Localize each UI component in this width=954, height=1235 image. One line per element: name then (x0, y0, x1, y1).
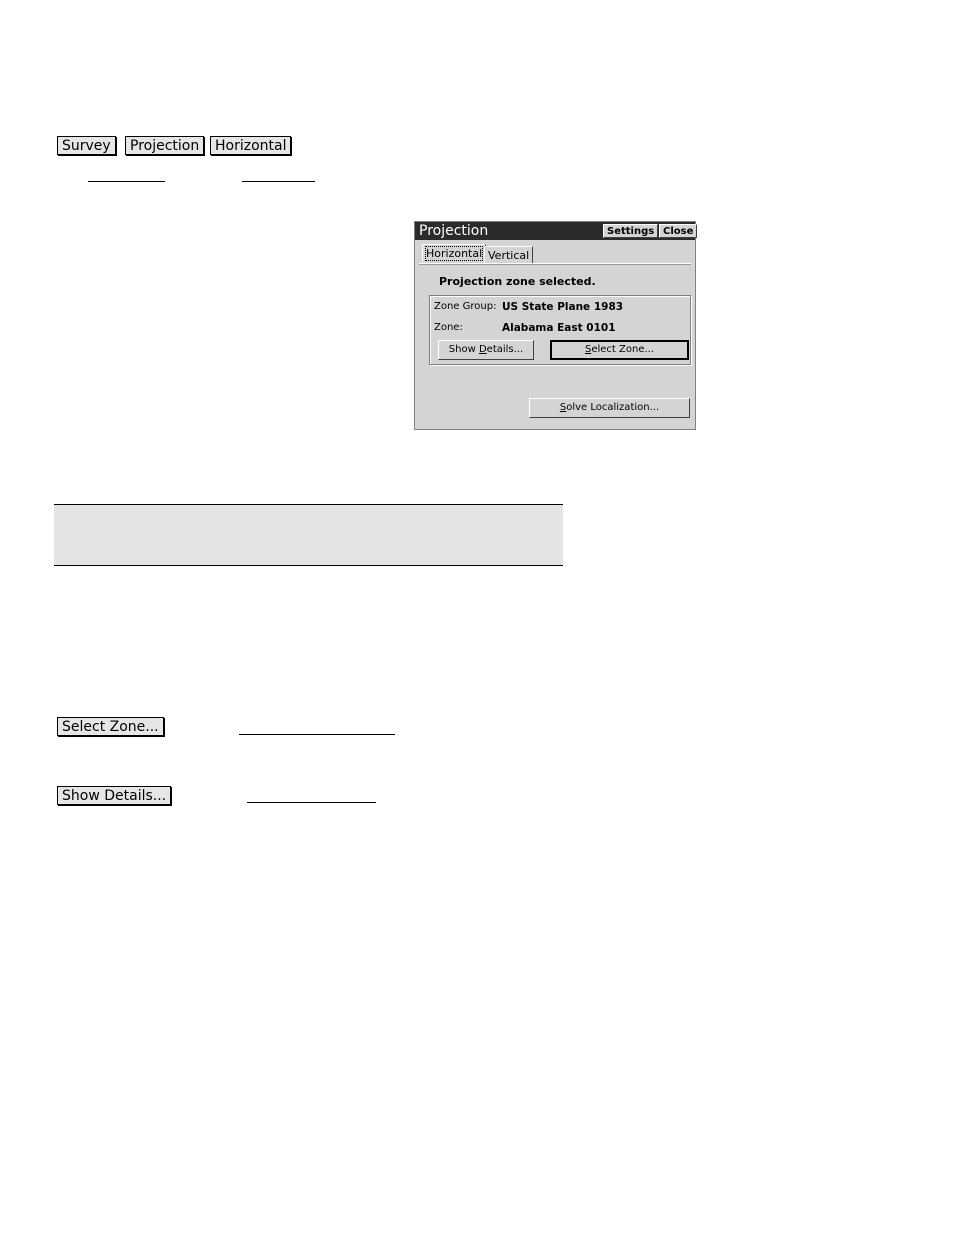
solve-localization-button[interactable]: Solve Localization... (529, 398, 690, 418)
breadcrumb-survey-button[interactable]: Survey (57, 136, 116, 155)
select-zone-button[interactable]: Select Zone... (550, 340, 689, 360)
tab-horizontal[interactable]: Horizontal (422, 244, 487, 262)
show-details-button[interactable]: Show Details... (438, 340, 534, 360)
blank-underline (239, 734, 395, 735)
zone-label: Zone: (434, 322, 463, 333)
blank-underline (242, 181, 315, 182)
tab-vertical[interactable]: Vertical (484, 246, 534, 263)
btn-text: olve Localization... (566, 402, 660, 413)
btn-text: etails... (486, 344, 524, 355)
status-text: Projection zone selected. (439, 275, 596, 288)
note-box (54, 504, 563, 566)
select-zone-key[interactable]: Select Zone... (57, 717, 164, 736)
tab-vertical-label: Vertical (488, 249, 530, 262)
show-details-key[interactable]: Show Details... (57, 786, 172, 805)
btn-text: elect Zone... (591, 344, 655, 355)
settings-button[interactable]: Settings (603, 224, 659, 238)
dialog-title: Projection (419, 223, 489, 239)
blank-underline (88, 181, 165, 182)
btn-text: Show (448, 344, 479, 355)
zone-group-label: Zone Group: (434, 301, 497, 312)
projection-dialog: Projection Settings Close Horizontal Ver… (414, 221, 698, 430)
zone-value: Alabama East 0101 (502, 322, 616, 334)
accelerator-key: D (478, 344, 487, 355)
tab-horizontal-label: Horizontal (424, 246, 484, 261)
tab-divider (419, 263, 691, 265)
dialog-title-bar: Projection Settings Close (415, 222, 698, 240)
blank-underline (247, 802, 376, 803)
breadcrumb-horizontal-button[interactable]: Horizontal (210, 136, 292, 155)
zone-group-box: Zone Group: US State Plane 1983 Zone: Al… (429, 295, 691, 365)
close-button[interactable]: Close (659, 224, 698, 238)
zone-group-value: US State Plane 1983 (502, 301, 624, 313)
breadcrumb-projection-button[interactable]: Projection (125, 136, 205, 155)
